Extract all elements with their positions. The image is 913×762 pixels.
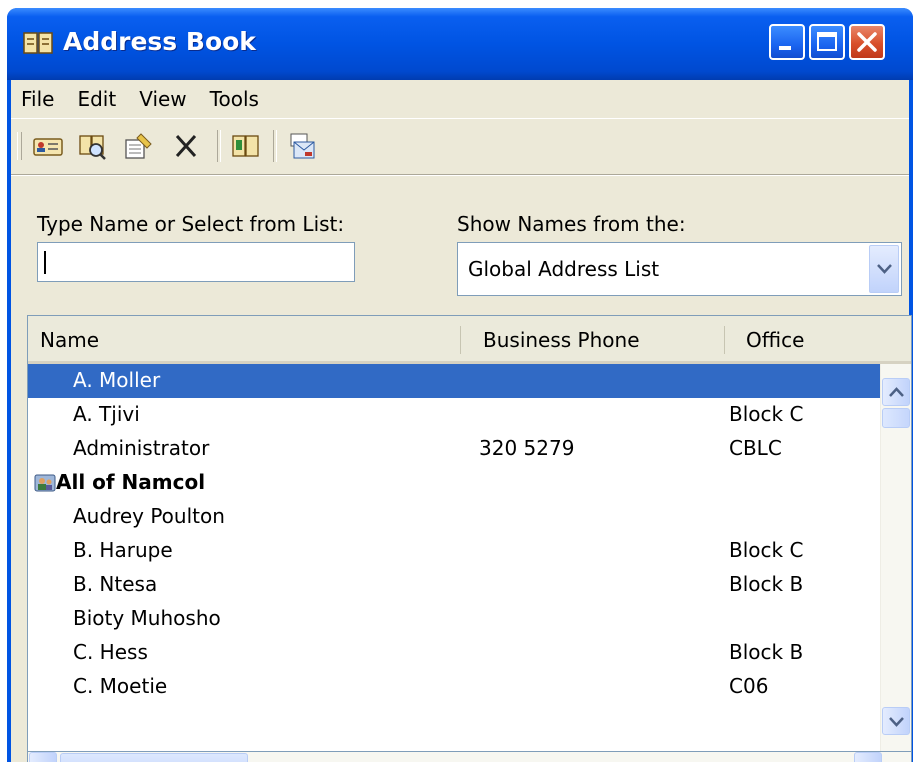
window-title: Address Book: [63, 27, 256, 56]
scroll-up-button[interactable]: [882, 378, 910, 406]
list-header: Name Business Phone Office: [28, 316, 911, 364]
list-row[interactable]: A. Tjivi Block C: [28, 398, 881, 432]
row-name: C. Hess: [73, 640, 148, 664]
scroll-right-button[interactable]: [854, 752, 882, 762]
menu-file[interactable]: File: [11, 80, 67, 117]
name-search-input[interactable]: [37, 242, 355, 282]
chevron-down-icon: [889, 717, 904, 727]
horizontal-scroll-thumb[interactable]: [60, 753, 248, 762]
row-phone: 320 5279: [479, 436, 575, 460]
minimize-button[interactable]: [769, 24, 805, 60]
vertical-scroll-thumb[interactable]: [882, 408, 910, 428]
delete-button[interactable]: [169, 130, 203, 162]
toolbar: [11, 120, 909, 170]
row-name: Administrator: [73, 436, 210, 460]
menu-tools[interactable]: Tools: [200, 80, 272, 117]
list-row[interactable]: B. Harupe Block C: [28, 534, 881, 568]
menu-bar: File Edit View Tools: [11, 80, 909, 118]
new-entry-button[interactable]: [31, 130, 65, 162]
row-office: Block C: [729, 402, 804, 426]
list-row[interactable]: Audrey Poulton: [28, 500, 881, 534]
chevron-down-icon: [877, 264, 892, 274]
row-name: A. Tjivi: [73, 402, 140, 426]
column-header-office[interactable]: Office: [746, 328, 804, 352]
row-office: C06: [729, 674, 769, 698]
list-rows: A. Moller A. Tjivi Block C Administrator…: [28, 364, 881, 751]
close-button[interactable]: [849, 24, 885, 60]
scroll-down-button[interactable]: [882, 707, 910, 735]
column-divider[interactable]: [724, 326, 725, 354]
find-people-button[interactable]: [75, 130, 109, 162]
column-divider[interactable]: [460, 326, 461, 354]
toolbar-separator: [273, 130, 277, 162]
add-to-contacts-button[interactable]: [229, 130, 263, 162]
delete-icon: [175, 134, 197, 158]
new-message-button[interactable]: [285, 130, 319, 162]
address-list-selected: Global Address List: [468, 257, 660, 281]
find-people-icon: [79, 135, 106, 160]
chevron-up-icon: [889, 387, 904, 397]
column-header-name[interactable]: Name: [40, 328, 99, 352]
scroll-left-button[interactable]: [29, 752, 57, 762]
row-name: All of Namcol: [56, 470, 206, 494]
row-name: C. Moetie: [73, 674, 168, 698]
new-entry-icon: [33, 138, 63, 156]
title-bar[interactable]: Address Book: [7, 8, 913, 80]
row-office: Block C: [729, 538, 804, 562]
search-label: Type Name or Select from List:: [37, 212, 345, 236]
row-office: Block B: [729, 572, 804, 596]
list-row[interactable]: C. Moetie C06: [28, 670, 881, 704]
address-book-icon: [23, 32, 53, 54]
properties-button[interactable]: [121, 130, 155, 162]
vertical-scrollbar[interactable]: [880, 364, 911, 751]
dropdown-button[interactable]: [869, 245, 899, 293]
properties-icon: [125, 133, 152, 159]
toolbar-separator-line: [11, 174, 909, 176]
menu-view[interactable]: View: [129, 80, 199, 117]
toolbar-separator: [217, 130, 221, 162]
maximize-button[interactable]: [809, 24, 845, 60]
toolbar-grip[interactable]: [17, 132, 22, 160]
distribution-group-icon: [34, 474, 56, 492]
row-name: Audrey Poulton: [73, 504, 225, 528]
row-office: Block B: [729, 640, 804, 664]
row-name: B. Ntesa: [73, 572, 158, 596]
names-list: Name Business Phone Office A. Moller A. …: [27, 315, 912, 752]
horizontal-scrollbar[interactable]: [27, 752, 912, 762]
row-name: Bioty Muhosho: [73, 606, 221, 630]
row-name: A. Moller: [73, 368, 161, 392]
window-client: File Edit View Tools Type Name or Select…: [11, 80, 912, 762]
source-label: Show Names from the:: [457, 212, 686, 236]
menu-edit[interactable]: Edit: [67, 80, 129, 117]
row-office: CBLC: [729, 436, 782, 460]
menu-separator: [11, 118, 909, 119]
column-header-business-phone[interactable]: Business Phone: [483, 328, 640, 352]
list-row[interactable]: Administrator 320 5279 CBLC: [28, 432, 881, 466]
list-row[interactable]: C. Hess Block B: [28, 636, 881, 670]
maximize-icon: [817, 32, 837, 51]
minimize-icon: [779, 46, 791, 50]
close-icon: [857, 32, 877, 52]
address-book-window: Address Book File Edit View Tools Type N…: [7, 8, 913, 762]
list-row[interactable]: All of Namcol: [28, 466, 881, 500]
new-message-icon: [290, 133, 315, 159]
list-row[interactable]: A. Moller: [28, 364, 881, 398]
list-row[interactable]: B. Ntesa Block B: [28, 568, 881, 602]
row-name: B. Harupe: [73, 538, 173, 562]
add-to-contacts-icon: [232, 135, 259, 157]
list-row[interactable]: Bioty Muhosho: [28, 602, 881, 636]
text-caret: [44, 251, 46, 274]
address-list-dropdown[interactable]: Global Address List: [457, 242, 902, 296]
